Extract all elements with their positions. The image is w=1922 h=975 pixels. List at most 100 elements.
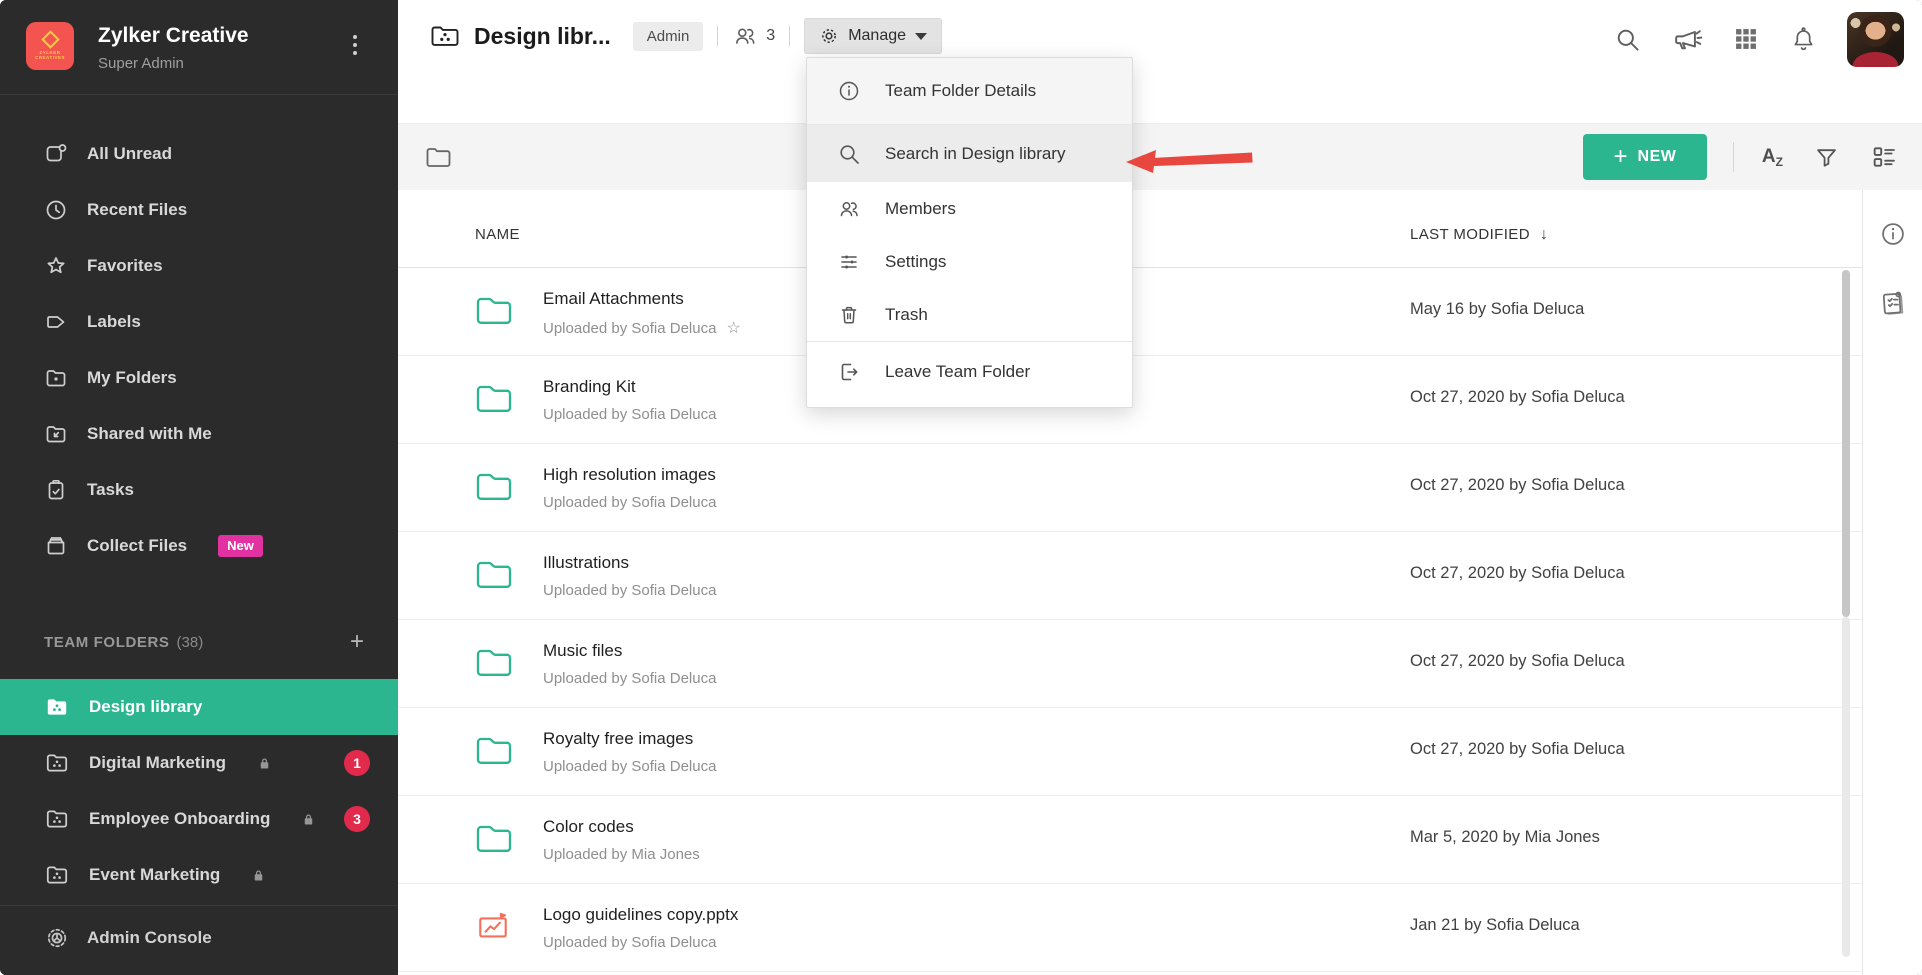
menu-item-settings[interactable]: Settings — [807, 235, 1132, 288]
sidebar-item-labels[interactable]: Labels — [0, 294, 398, 350]
file-name[interactable]: Color codes — [543, 817, 634, 837]
menu-item-label: Trash — [885, 305, 928, 325]
file-uploaded-by: Uploaded by Mia Jones☆ — [543, 846, 700, 863]
sidebar-item-favorites[interactable]: Favorites — [0, 238, 398, 294]
label-icon — [44, 310, 68, 334]
filter-funnel-icon[interactable] — [1813, 144, 1840, 171]
table-row[interactable]: Music files Uploaded by Sofia Deluca☆ Oc… — [398, 620, 1862, 708]
table-row[interactable]: Illustrations Uploaded by Sofia Deluca☆ … — [398, 532, 1862, 620]
activity-notes-icon[interactable] — [1878, 288, 1908, 318]
sidebar-item-collect-files[interactable]: Collect Files New — [0, 518, 398, 574]
sidebar-item-label: Favorites — [87, 256, 163, 276]
org-logo[interactable]: ZYLKER CREATIVES — [26, 22, 74, 70]
team-folder-label: Digital Marketing — [89, 753, 226, 773]
table-row[interactable]: Logo guidelines copy.pptx Uploaded by So… — [398, 884, 1862, 972]
org-menu-kebab-icon[interactable] — [346, 28, 364, 62]
team-folder-title-icon — [430, 23, 460, 49]
sidebar-item-label: All Unread — [87, 144, 172, 164]
file-name[interactable]: Illustrations — [543, 553, 629, 573]
favorite-star-icon[interactable]: ☆ — [726, 320, 740, 337]
team-folder-label: Event Marketing — [89, 865, 220, 885]
team-folder-design-library[interactable]: Design library — [0, 679, 398, 735]
search-icon[interactable] — [1614, 26, 1641, 53]
apps-grid-icon[interactable] — [1732, 25, 1760, 53]
file-name[interactable]: Email Attachments — [543, 289, 684, 309]
members-count-button[interactable]: 3 — [732, 23, 775, 49]
root-folder-icon[interactable] — [425, 145, 452, 169]
menu-item-search-in-design-library[interactable]: Search in Design library — [807, 125, 1132, 182]
file-uploaded-by: Uploaded by Sofia Deluca☆ — [543, 934, 716, 951]
admin-console-label: Admin Console — [87, 928, 212, 948]
org-role: Super Admin — [98, 55, 184, 72]
lock-icon — [257, 756, 272, 771]
sort-az-icon[interactable]: AZ — [1762, 146, 1783, 169]
file-uploaded-by: Uploaded by Sofia Deluca☆ — [543, 670, 716, 687]
list-view-icon[interactable] — [1870, 143, 1898, 171]
menu-item-team-folder-details[interactable]: Team Folder Details — [807, 58, 1132, 124]
folder-icon — [475, 382, 513, 414]
team-folder-label: Design library — [89, 697, 202, 717]
sidebar-item-label: Tasks — [87, 480, 134, 500]
manage-button[interactable]: Manage — [804, 18, 942, 54]
members-count: 3 — [766, 27, 775, 45]
unread-count-badge: 3 — [344, 806, 370, 832]
file-name[interactable]: Branding Kit — [543, 377, 636, 397]
info-icon — [837, 79, 861, 103]
column-name[interactable]: NAME — [475, 226, 520, 243]
folder-icon — [475, 646, 513, 678]
gear-icon — [819, 26, 839, 46]
notifications-bell-icon[interactable] — [1790, 26, 1817, 53]
global-actions — [1614, 10, 1904, 68]
file-name[interactable]: High resolution images — [543, 465, 716, 485]
lock-icon — [251, 868, 266, 883]
sidebar-item-my-folders[interactable]: My Folders — [0, 350, 398, 406]
team-folders-label: TEAM FOLDERS — [44, 634, 170, 651]
announcements-megaphone-icon[interactable] — [1671, 24, 1702, 55]
sidebar-item-tasks[interactable]: Tasks — [0, 462, 398, 518]
sidebar-item-label: My Folders — [87, 368, 177, 388]
info-icon[interactable] — [1879, 220, 1907, 248]
sort-desc-icon: ↓ — [1540, 226, 1548, 244]
team-folder-digital-marketing[interactable]: Digital Marketing 1 — [0, 735, 398, 791]
file-name[interactable]: Logo guidelines copy.pptx — [543, 905, 738, 925]
sidebar-nav: All Unread Recent Files Favorites Labels… — [0, 126, 398, 574]
table-row[interactable]: High resolution images Uploaded by Sofia… — [398, 444, 1862, 532]
menu-item-trash[interactable]: Trash — [807, 288, 1132, 341]
menu-item-members[interactable]: Members — [807, 182, 1132, 235]
file-last-modified: Oct 27, 2020 by Sofia Deluca — [1410, 652, 1625, 671]
sidebar-item-recent-files[interactable]: Recent Files — [0, 182, 398, 238]
sidebar-item-label: Labels — [87, 312, 141, 332]
tasks-icon — [44, 478, 68, 502]
folder-icon — [475, 294, 513, 326]
scrollbar[interactable] — [1842, 190, 1850, 967]
folder-icon — [475, 822, 513, 854]
file-name[interactable]: Music files — [543, 641, 622, 661]
file-last-modified: Oct 27, 2020 by Sofia Deluca — [1410, 476, 1625, 495]
menu-item-leave-team-folder[interactable]: Leave Team Folder — [807, 342, 1132, 402]
file-uploaded-by: Uploaded by Sofia Deluca☆ — [543, 494, 716, 511]
team-folders-header: TEAM FOLDERS (38) + — [44, 632, 364, 652]
table-row[interactable]: Color codes Uploaded by Mia Jones☆ Mar 5… — [398, 796, 1862, 884]
shared-folder-icon — [44, 422, 68, 446]
table-row[interactable]: Royalty free images Uploaded by Sofia De… — [398, 708, 1862, 796]
presentation-file-icon — [475, 910, 511, 946]
caret-down-icon — [915, 33, 927, 40]
team-folder-event-marketing[interactable]: Event Marketing — [0, 847, 398, 903]
sidebar-item-shared-with-me[interactable]: Shared with Me — [0, 406, 398, 462]
menu-item-label: Leave Team Folder — [885, 362, 1030, 382]
org-name: Zylker Creative — [98, 24, 249, 48]
user-avatar[interactable] — [1847, 12, 1904, 67]
column-last-modified[interactable]: LAST MODIFIED ↓ — [1410, 226, 1548, 244]
new-button[interactable]: + NEW — [1583, 134, 1707, 180]
admin-console-button[interactable]: Admin Console — [0, 910, 398, 966]
scrollbar-thumb[interactable] — [1842, 270, 1850, 617]
file-last-modified: Oct 27, 2020 by Sofia Deluca — [1410, 388, 1625, 407]
team-folder-icon — [44, 694, 70, 720]
add-team-folder-button[interactable]: + — [350, 632, 364, 652]
scrollbar-track-lower — [1842, 617, 1850, 957]
sidebar-item-all-unread[interactable]: All Unread — [0, 126, 398, 182]
team-folder-employee-onboarding[interactable]: Employee Onboarding 3 — [0, 791, 398, 847]
annotation-arrow — [1118, 140, 1268, 182]
file-name[interactable]: Royalty free images — [543, 729, 693, 749]
leave-icon — [837, 360, 861, 384]
